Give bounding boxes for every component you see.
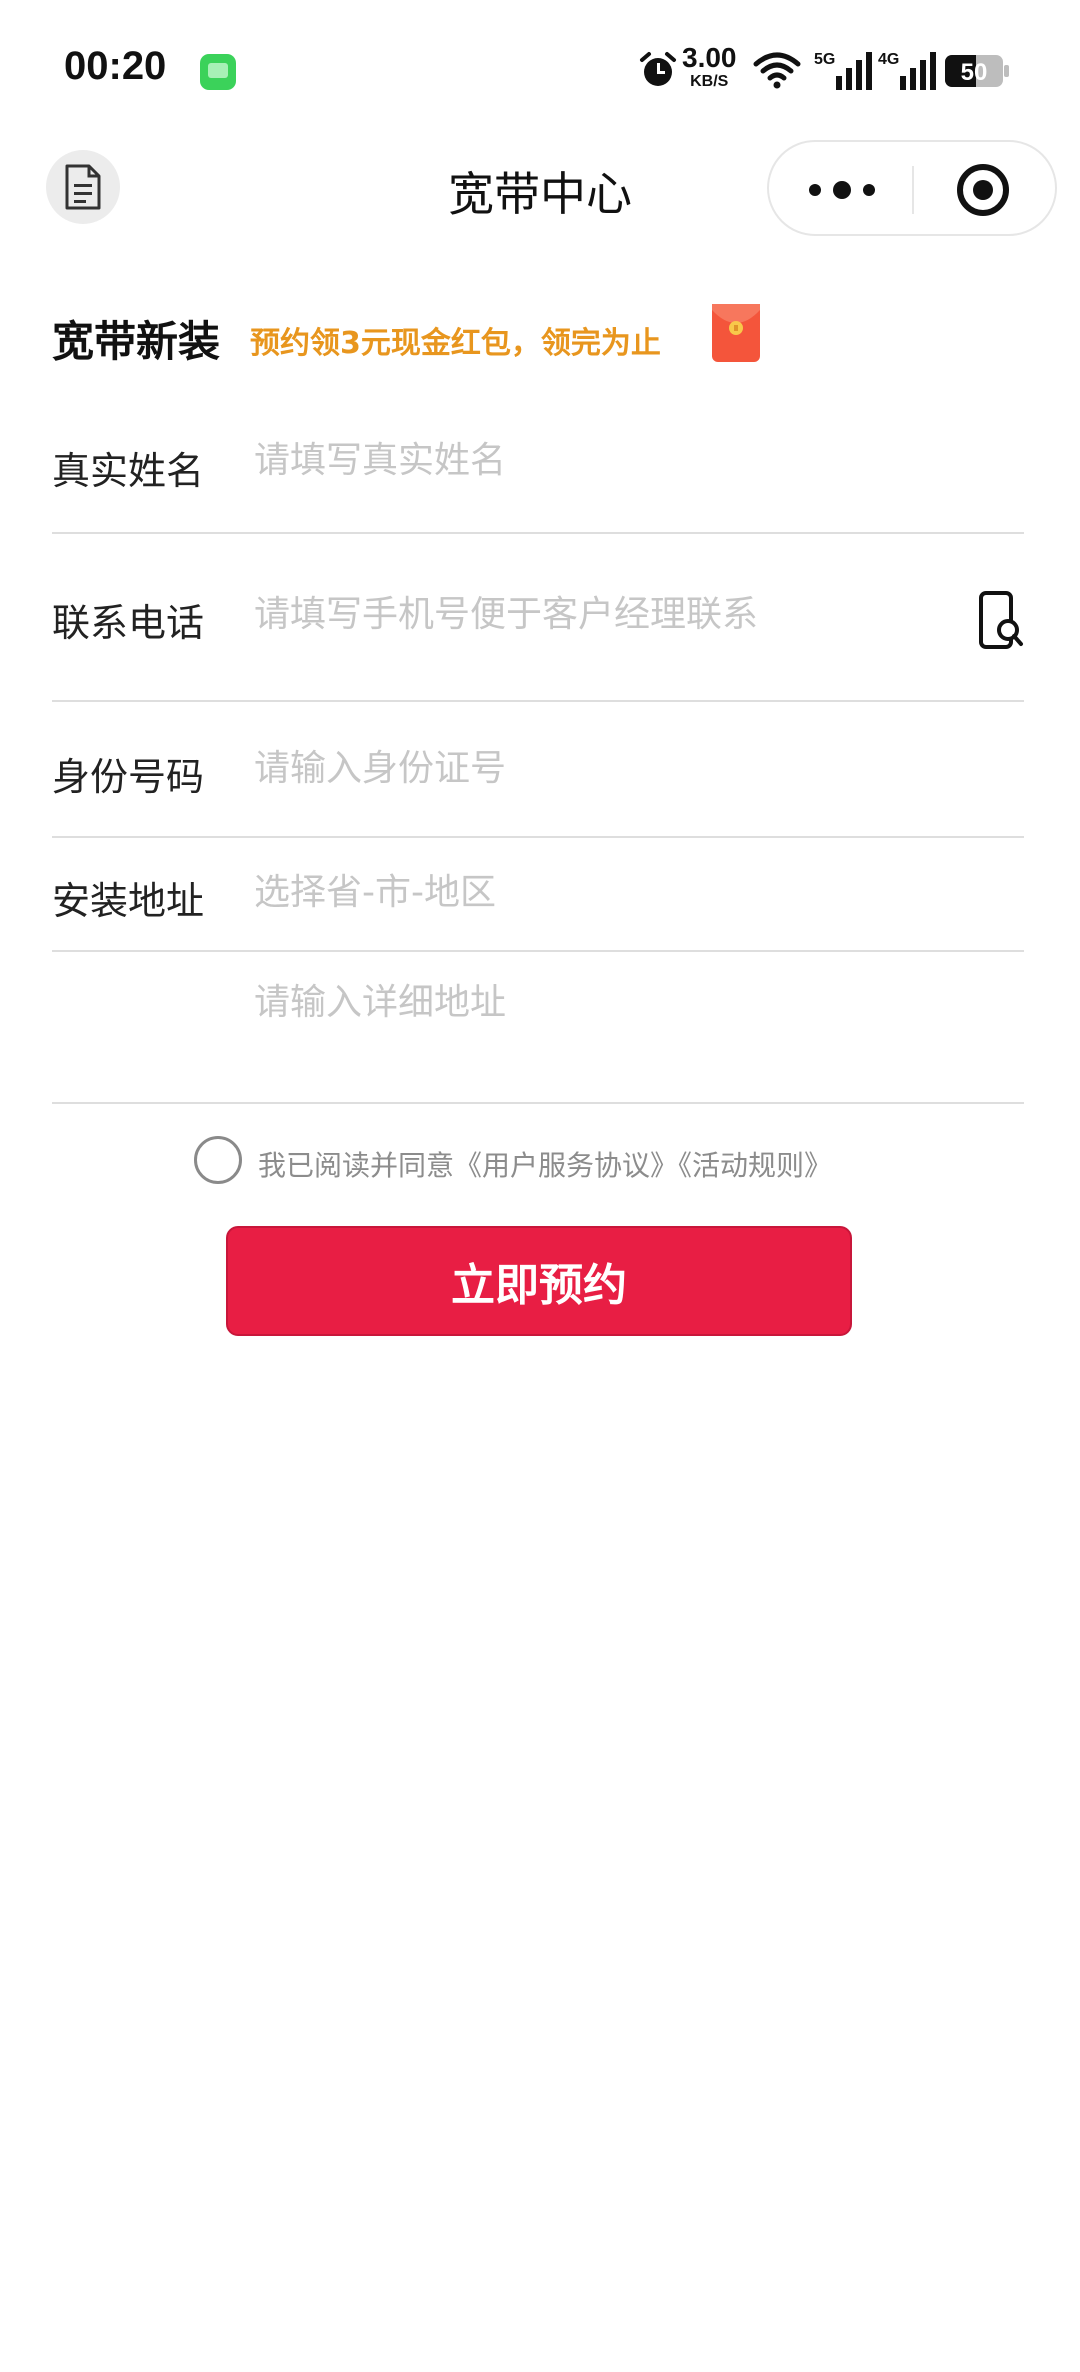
id-input[interactable]: [254, 748, 954, 789]
phone-row: 联系电话: [52, 534, 1024, 702]
status-icons: 3.00 KB/S 5G 4G 50: [40, 44, 1040, 94]
promo-text: 预约领3元现金红包，领完为止: [250, 326, 661, 361]
svg-text:50: 50: [961, 59, 988, 86]
region-picker[interactable]: [254, 872, 954, 913]
net-speed-value: 3.00: [682, 42, 737, 73]
promo-header: 宽带新装 预约领3元现金红包，领完为止: [52, 300, 1052, 370]
id-row: 身份号码: [52, 702, 1024, 838]
capsule-divider: [912, 166, 914, 214]
status-bar: 00:20 3.00 KB/S 5G 4G 50: [0, 0, 1080, 140]
signal-5g-icon: 5G: [814, 51, 872, 90]
nav-bar: 宽带中心: [0, 132, 1080, 242]
service-agreement-link[interactable]: 《用户服务协议》: [454, 1149, 678, 1182]
svg-text:5G: 5G: [814, 51, 835, 68]
phone-input[interactable]: [254, 594, 954, 635]
id-label: 身份号码: [52, 755, 205, 799]
more-icon[interactable]: [807, 172, 877, 208]
activity-rules-link[interactable]: 《活动规则》: [678, 1149, 832, 1182]
agree-checkbox[interactable]: [194, 1136, 242, 1184]
promo-title: 宽带新装: [52, 317, 221, 366]
phone-search-icon[interactable]: [978, 590, 1024, 650]
close-target-icon[interactable]: [955, 162, 1011, 218]
alarm-icon: [640, 52, 676, 86]
booking-form: 真实姓名 联系电话 身份号码 安装地址: [52, 400, 1024, 1104]
red-packet-icon: [712, 304, 760, 362]
net-speed: 3.00 KB/S: [682, 44, 737, 90]
agreement-prefix: 我已阅读并同意: [258, 1149, 455, 1182]
phone-label: 联系电话: [52, 601, 205, 645]
battery-icon: 50: [945, 55, 1009, 87]
detail-address-row: [52, 952, 1024, 1104]
name-input[interactable]: [254, 440, 954, 481]
name-label: 真实姓名: [52, 449, 205, 493]
signal-4g-icon: 4G: [878, 51, 936, 90]
svg-text:4G: 4G: [878, 51, 899, 68]
address-label: 安装地址: [52, 879, 205, 923]
net-speed-unit: KB/S: [690, 73, 729, 90]
name-row: 真实姓名: [52, 400, 1024, 534]
agreement-text: 我已阅读并同意《用户服务协议》《活动规则》: [258, 1144, 832, 1184]
mini-program-capsule: [767, 140, 1057, 236]
detail-address-input[interactable]: [254, 982, 954, 1023]
wifi-icon: [753, 52, 801, 89]
submit-button[interactable]: 立即预约: [226, 1226, 852, 1336]
agreement: 我已阅读并同意《用户服务协议》《活动规则》: [194, 1136, 994, 1188]
region-row[interactable]: 安装地址: [52, 838, 1024, 952]
